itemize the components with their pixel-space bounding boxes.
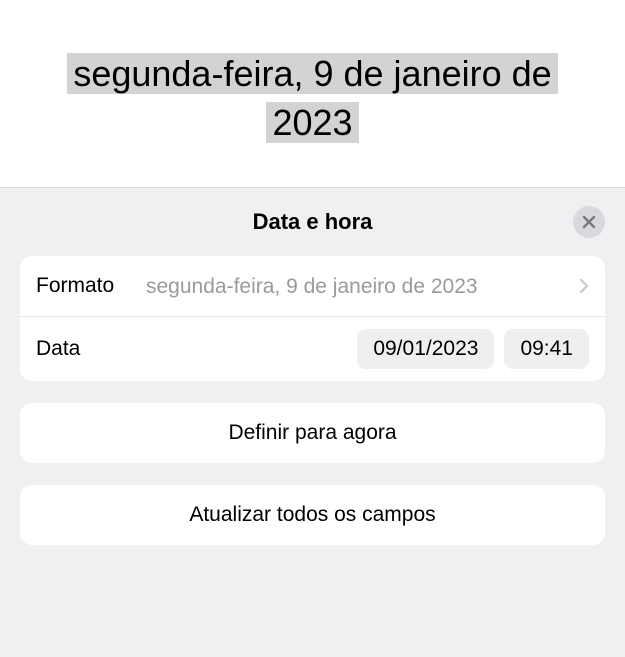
preview-area: segunda-feira, 9 de janeiro de 2023 bbox=[0, 0, 625, 187]
settings-group: Formato segunda-feira, 9 de janeiro de 2… bbox=[20, 256, 605, 381]
close-button[interactable] bbox=[573, 206, 605, 238]
close-icon bbox=[582, 215, 596, 229]
time-picker[interactable]: 09:41 bbox=[504, 329, 589, 369]
date-time-pickers: 09/01/2023 09:41 bbox=[357, 329, 589, 369]
date-time-panel: Data e hora Formato segunda-feira, 9 de … bbox=[0, 187, 625, 657]
panel-header: Data e hora bbox=[20, 206, 605, 238]
date-row: Data 09/01/2023 09:41 bbox=[20, 316, 605, 381]
format-value: segunda-feira, 9 de janeiro de 2023 bbox=[146, 274, 579, 299]
chevron-right-icon bbox=[579, 278, 589, 294]
date-picker[interactable]: 09/01/2023 bbox=[357, 329, 494, 369]
date-preview-text[interactable]: segunda-feira, 9 de janeiro de 2023 bbox=[67, 53, 557, 143]
format-label: Formato bbox=[36, 274, 146, 298]
date-label: Data bbox=[36, 337, 146, 361]
panel-title: Data e hora bbox=[253, 209, 373, 235]
update-all-fields-button[interactable]: Atualizar todos os campos bbox=[20, 485, 605, 545]
set-to-now-button[interactable]: Definir para agora bbox=[20, 403, 605, 463]
format-row[interactable]: Formato segunda-feira, 9 de janeiro de 2… bbox=[20, 256, 605, 316]
